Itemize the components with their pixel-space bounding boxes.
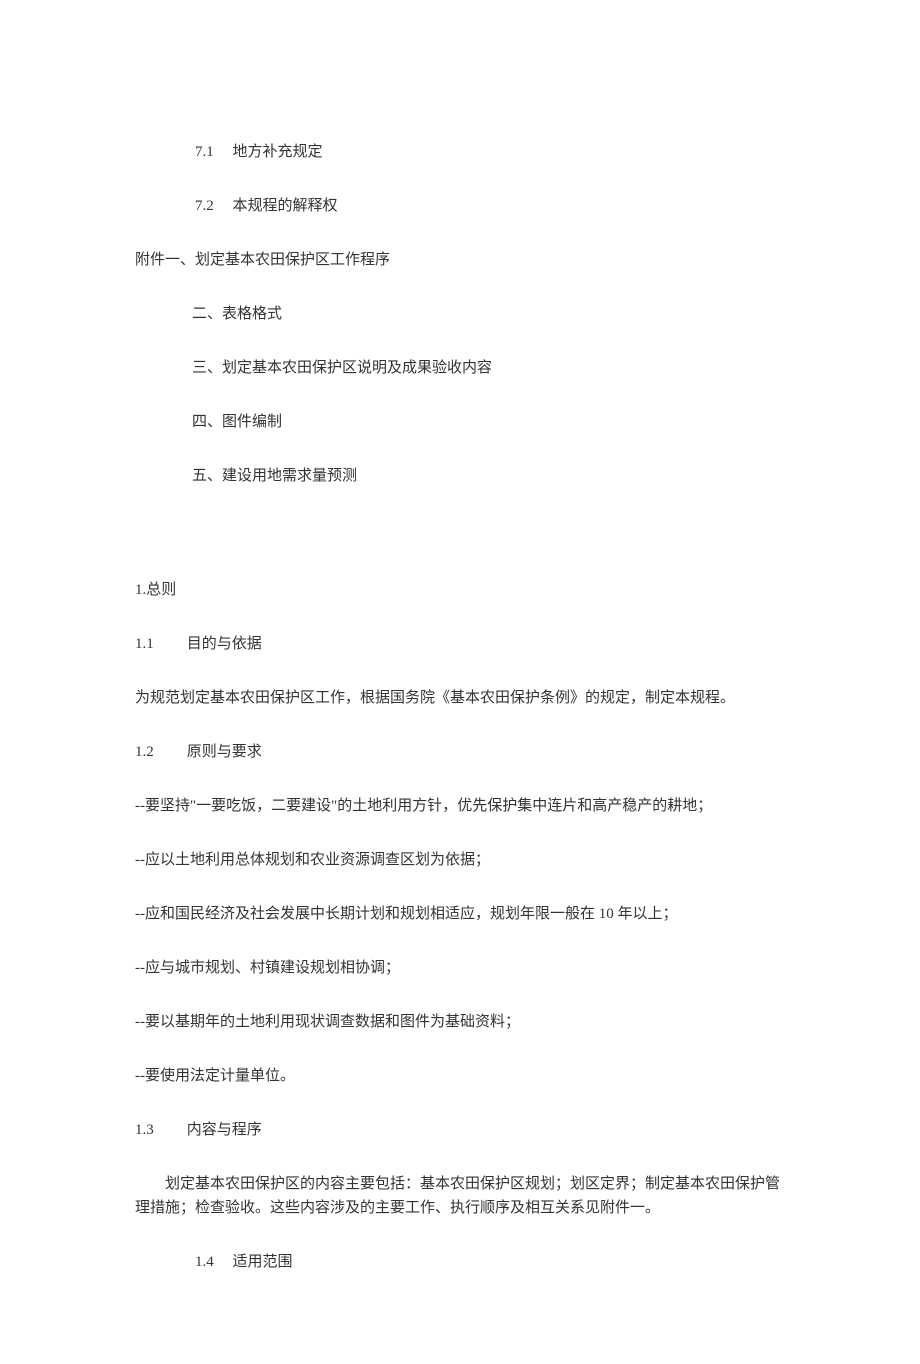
section-title-1-3: 内容与程序: [187, 1122, 262, 1138]
appendix-item-3: 三、划定基本农田保护区说明及成果验收内容: [135, 356, 785, 380]
section-1-1: 1.1 目的与依据: [135, 632, 785, 656]
paragraph-text: 划定基本农田保护区的内容主要包括：基本农田保护区规划；划区定界；制定基本农田保护…: [135, 1176, 780, 1216]
appendix-title-5: 五、建设用地需求量预测: [192, 468, 357, 484]
bullet-3: --应和国民经济及社会发展中长期计划和规划相适应，规划年限一般在 10 年以上；: [135, 902, 785, 926]
bullet-text: --要以基期年的土地利用现状调查数据和图件为基础资料；: [135, 1014, 520, 1030]
section-num-1-3: 1.3: [135, 1118, 168, 1142]
bullet-text: --应和国民经济及社会发展中长期计划和规划相适应，规划年限一般在 10 年以上；: [135, 906, 678, 922]
bullet-1: --要坚持"一要吃饭，二要建设"的土地利用方针，优先保护集中连片和高产稳产的耕地…: [135, 794, 785, 818]
paragraph-1-1: 为规范划定基本农田保护区工作，根据国务院《基本农田保护条例》的规定，制定本规程。: [135, 686, 785, 710]
section-1-2: 1.2 原则与要求: [135, 740, 785, 764]
section-title-1-1: 目的与依据: [187, 636, 262, 652]
paragraph-1-3: 划定基本农田保护区的内容主要包括：基本农田保护区规划；划区定界；制定基本农田保护…: [135, 1172, 785, 1220]
bullet-2: --应以土地利用总体规划和农业资源调查区划为依据；: [135, 848, 785, 872]
section-title-1-4: 适用范围: [233, 1254, 293, 1270]
bullet-6: --要使用法定计量单位。: [135, 1064, 785, 1088]
toc-title-7-1: 地方补充规定: [233, 144, 323, 160]
paragraph-text: 为规范划定基本农田保护区工作，根据国务院《基本农田保护条例》的规定，制定本规程。: [135, 690, 735, 706]
section-title-1-2: 原则与要求: [187, 744, 262, 760]
appendix-title-2: 二、表格格式: [192, 306, 282, 322]
toc-item-7-1: 7.1 地方补充规定: [135, 140, 785, 164]
bullet-4: --应与城市规划、村镇建设规划相协调；: [135, 956, 785, 980]
appendix-title-3: 三、划定基本农田保护区说明及成果验收内容: [192, 360, 492, 376]
toc-num-7-2: 7.2: [165, 194, 214, 218]
appendix-item-2: 二、表格格式: [135, 302, 785, 326]
toc-num-7-1: 7.1: [165, 140, 214, 164]
appendix-label: 附件一、: [135, 252, 195, 268]
section-num-1-4: 1.4: [165, 1250, 214, 1274]
toc-item-7-2: 7.2 本规程的解释权: [135, 194, 785, 218]
heading-text: 1.总则: [135, 582, 176, 598]
bullet-text: --要使用法定计量单位。: [135, 1068, 295, 1084]
section-num-1-1: 1.1: [135, 632, 168, 656]
appendix-item-5: 五、建设用地需求量预测: [135, 464, 785, 488]
toc-title-7-2: 本规程的解释权: [233, 198, 338, 214]
appendix-title-4: 四、图件编制: [192, 414, 282, 430]
appendix-item-1: 附件一、划定基本农田保护区工作程序: [135, 248, 785, 272]
section-1-4: 1.4 适用范围: [135, 1250, 785, 1274]
bullet-text: --应以土地利用总体规划和农业资源调查区划为依据；: [135, 852, 490, 868]
appendix-item-4: 四、图件编制: [135, 410, 785, 434]
bullet-text: --要坚持"一要吃饭，二要建设"的土地利用方针，优先保护集中连片和高产稳产的耕地…: [135, 798, 712, 814]
bullet-text: --应与城市规划、村镇建设规划相协调；: [135, 960, 400, 976]
section-1-heading: 1.总则: [135, 578, 785, 602]
appendix-title-1: 划定基本农田保护区工作程序: [195, 252, 390, 268]
section-1-3: 1.3 内容与程序: [135, 1118, 785, 1142]
section-num-1-2: 1.2: [135, 740, 168, 764]
bullet-5: --要以基期年的土地利用现状调查数据和图件为基础资料；: [135, 1010, 785, 1034]
